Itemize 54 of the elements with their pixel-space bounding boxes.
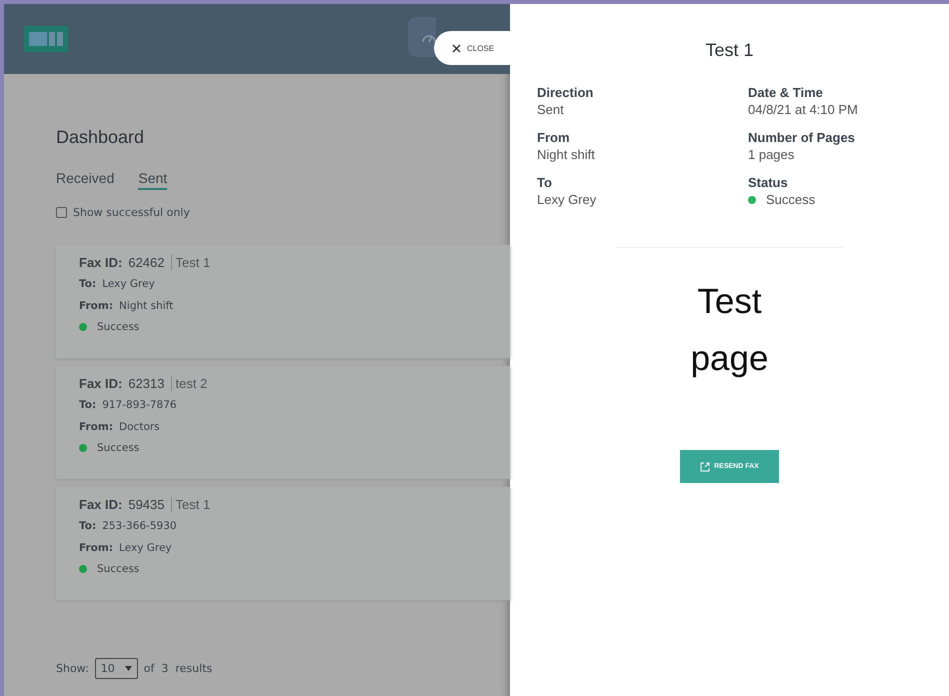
from-label: From: bbox=[79, 300, 114, 312]
fax-subject: Test 1 bbox=[170, 497, 210, 512]
from-value: Doctors bbox=[119, 421, 160, 433]
to-value: Lexy Grey bbox=[102, 278, 155, 290]
fax-card[interactable]: Fax ID: 62313 test 2 To: 917-893-7876 From: Doctors Success bbox=[56, 366, 510, 479]
from-label: From: bbox=[79, 421, 114, 433]
detail-title: Test 1 bbox=[705, 40, 754, 61]
field-value: 04/8/21 at 4:10 PM bbox=[748, 102, 858, 117]
fax-id: 62462 bbox=[128, 255, 164, 270]
to-label: To: bbox=[79, 278, 96, 290]
from-value: Night shift bbox=[119, 300, 174, 312]
fax-card[interactable]: Fax ID: 62462 Test 1 To: Lexy Grey From: Night shift Success bbox=[56, 245, 510, 358]
fax-card[interactable]: Fax ID: 59435 Test 1 To: 253-366-5930 From: Lexy Grey Success bbox=[56, 487, 510, 600]
to-value: 917-893-7876 bbox=[102, 399, 177, 411]
field-label: Number of Pages bbox=[748, 130, 856, 145]
status-text: Success bbox=[97, 321, 140, 333]
field-value: Lexy Grey bbox=[537, 192, 596, 207]
from-value: Lexy Grey bbox=[119, 542, 172, 554]
field-label: Direction bbox=[537, 85, 594, 100]
to-label: To: bbox=[79, 520, 96, 532]
field-label: Status bbox=[748, 175, 789, 190]
fax-id-label: Fax ID: bbox=[79, 497, 122, 512]
fax-id: 62313 bbox=[128, 376, 164, 391]
field-value: Night shift bbox=[537, 147, 595, 162]
fax-id-label: Fax ID: bbox=[79, 255, 122, 270]
tab[interactable]: Sent bbox=[138, 170, 168, 190]
show-label: Show: bbox=[56, 662, 89, 675]
checkbox-label: Show successful only bbox=[73, 206, 190, 219]
results-summary: of 3 results bbox=[144, 662, 212, 675]
close-icon bbox=[452, 44, 461, 52]
fax-subject: test 2 bbox=[170, 376, 208, 391]
tab[interactable]: Received bbox=[56, 170, 114, 190]
logo-icon bbox=[24, 26, 68, 52]
page-size-select[interactable]: 10 bbox=[94, 658, 138, 679]
fax-id-label: Fax ID: bbox=[79, 376, 122, 391]
field-value: 1 pages bbox=[748, 147, 794, 162]
to-value: 253-366-5930 bbox=[102, 520, 177, 532]
page-preview-text: Test page bbox=[690, 281, 770, 380]
external-link-icon bbox=[700, 462, 710, 472]
field-label: From bbox=[537, 130, 570, 145]
field-value: Sent bbox=[537, 102, 564, 117]
status-text: Success bbox=[97, 563, 140, 575]
field-value: Success bbox=[766, 192, 816, 207]
caret-icon bbox=[124, 666, 132, 671]
from-label: From: bbox=[79, 542, 114, 554]
field-label: To bbox=[537, 175, 553, 190]
fax-id: 59435 bbox=[128, 497, 164, 512]
field-label: Date & Time bbox=[748, 85, 824, 100]
checkbox[interactable] bbox=[56, 207, 67, 218]
page-title: Dashboard bbox=[56, 127, 146, 148]
to-label: To: bbox=[79, 399, 96, 411]
header-button[interactable] bbox=[408, 17, 436, 57]
fax-subject: Test 1 bbox=[170, 255, 210, 270]
status-text: Success bbox=[97, 442, 140, 454]
